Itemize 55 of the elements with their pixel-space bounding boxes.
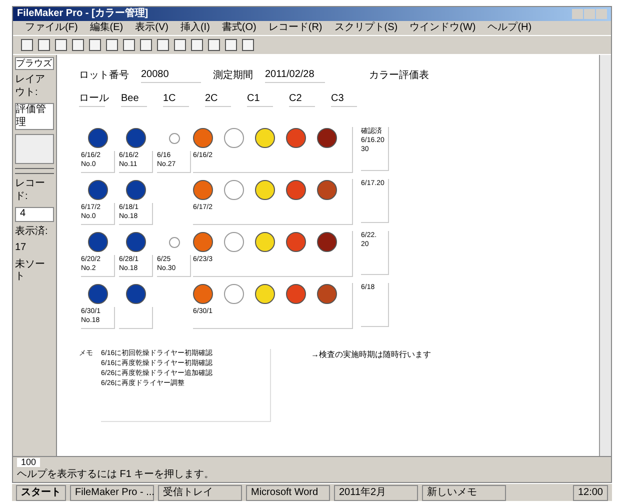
scrollbar[interactable] bbox=[599, 55, 611, 456]
toolbar-icon[interactable] bbox=[72, 39, 84, 51]
menu-item[interactable]: 表示(V) bbox=[135, 23, 168, 33]
toolbar-icon[interactable] bbox=[89, 39, 101, 51]
taskbar-button[interactable]: 受信トレイ bbox=[158, 484, 242, 500]
toolbar-icon[interactable] bbox=[55, 39, 67, 51]
toolbar-icon[interactable] bbox=[157, 39, 169, 51]
toolbar-icon[interactable] bbox=[106, 39, 118, 51]
menu-item[interactable]: レコード(R) bbox=[268, 23, 322, 33]
mode-tab[interactable]: ブラウズ bbox=[15, 57, 54, 70]
toolbar-icon[interactable] bbox=[191, 39, 203, 51]
menu-item[interactable]: 書式(O) bbox=[222, 23, 256, 33]
toolbar-icon[interactable] bbox=[123, 39, 135, 51]
form-title: カラー評価表 bbox=[369, 68, 429, 82]
remark-text: →検査の実施時期は随時行います bbox=[311, 349, 431, 361]
toolbar-icon[interactable] bbox=[225, 39, 237, 51]
status-text: ヘルプを表示するには F1 キーを押します。 bbox=[16, 468, 216, 482]
taskbar-button[interactable]: Microsoft Word bbox=[246, 484, 330, 500]
taskbar-button[interactable]: 新しいメモ bbox=[422, 484, 506, 500]
menu-item[interactable]: ヘルプ(H) bbox=[488, 23, 532, 33]
menu-item[interactable]: ファイル(F) bbox=[25, 23, 78, 33]
column-label: C3 bbox=[331, 91, 357, 107]
toolbar-icon[interactable] bbox=[38, 39, 50, 51]
found-count: 17 bbox=[15, 242, 28, 255]
column-label: C1 bbox=[247, 91, 273, 107]
taskbar-button[interactable]: 2011年2月 bbox=[334, 484, 418, 500]
field-value[interactable]: 2011/02/28 bbox=[265, 67, 325, 83]
toolbar-icon[interactable] bbox=[21, 39, 33, 51]
start-button[interactable]: スタート bbox=[16, 484, 66, 500]
zoom-level[interactable]: 100 bbox=[17, 458, 40, 467]
menu-item[interactable]: 編集(E) bbox=[90, 23, 124, 33]
field-label: 測定期間 bbox=[213, 68, 253, 82]
field-value[interactable]: 20080 bbox=[141, 67, 201, 83]
clock: 12:00 bbox=[572, 484, 608, 500]
column-label: 1C bbox=[163, 91, 189, 107]
menu-item[interactable]: 挿入(I) bbox=[180, 23, 210, 33]
layout-label: レイアウト: bbox=[15, 74, 46, 100]
empty-field[interactable] bbox=[119, 307, 153, 329]
field-label: ロット番号 bbox=[79, 68, 129, 82]
sort-status: 未ソート bbox=[15, 258, 46, 284]
toolbar-icon[interactable] bbox=[174, 39, 186, 51]
record-label: レコード: bbox=[15, 178, 46, 204]
toolbar-icon[interactable] bbox=[140, 39, 152, 51]
window-title: FileMaker Pro - [カラー管理] bbox=[17, 9, 148, 19]
column-label: Bee bbox=[121, 91, 147, 107]
layout-dropdown[interactable]: 評価管理 bbox=[15, 103, 54, 130]
column-label: 2C bbox=[205, 91, 231, 107]
record-field[interactable]: 4 bbox=[15, 207, 54, 222]
taskbar-button[interactable]: FileMaker Pro - ... bbox=[70, 484, 154, 500]
toolbar-icon[interactable] bbox=[208, 39, 220, 51]
column-label: C2 bbox=[289, 91, 315, 107]
toolbar-icon[interactable] bbox=[242, 39, 254, 51]
found-label: 表示済: bbox=[15, 226, 49, 238]
menu-item[interactable]: スクリプト(S) bbox=[334, 23, 398, 33]
menu-item[interactable]: ウインドウ(W) bbox=[410, 23, 476, 33]
